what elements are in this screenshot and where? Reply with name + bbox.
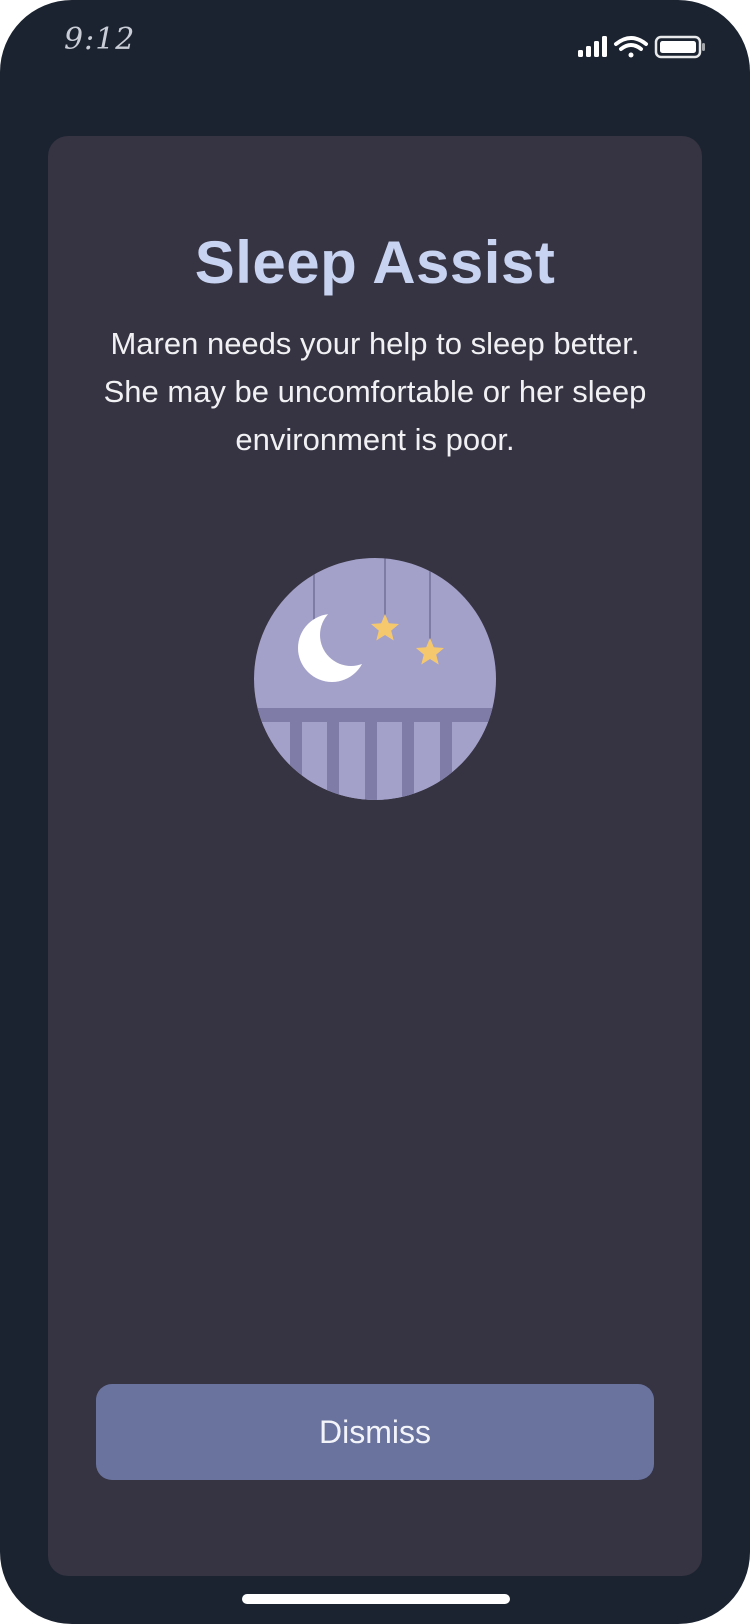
sleep-assist-message: Maren needs your help to sleep better. S… (103, 326, 647, 457)
battery-icon (654, 35, 705, 59)
crib-rail (254, 708, 496, 800)
dismiss-button[interactable]: Dismiss (96, 1384, 654, 1480)
phone-screen: 9:12 Sleep Assist Maren needs your help … (0, 0, 750, 1624)
crib-night-illustration (254, 558, 496, 800)
wifi-icon (614, 36, 648, 58)
page-title: Sleep Assist (194, 229, 556, 296)
status-time: 9:12 (64, 22, 136, 57)
status-icons (578, 35, 705, 59)
cellular-signal-icon (578, 36, 607, 57)
home-indicator[interactable] (242, 1594, 510, 1604)
